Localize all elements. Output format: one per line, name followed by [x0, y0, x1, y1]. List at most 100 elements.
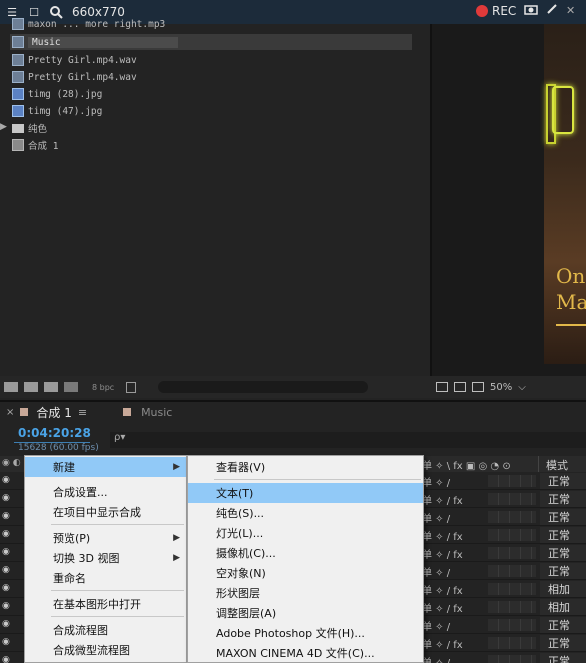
- layer-mode[interactable]: 正常: [540, 527, 586, 543]
- layer-switches[interactable]: 单 ✧ /: [422, 564, 450, 579]
- layer-switches[interactable]: 单 ✧ / fx: [422, 636, 463, 651]
- trash-icon[interactable]: [126, 381, 137, 393]
- snapshot-icon[interactable]: [436, 382, 448, 392]
- layer-switches[interactable]: 单 ✧ / fx: [422, 492, 463, 507]
- panel-menu-icon[interactable]: ≡: [78, 406, 87, 419]
- eye-icon[interactable]: ◉: [2, 583, 12, 593]
- composition-color-icon: [20, 408, 29, 416]
- submenu-item-shape-layer[interactable]: 形状图层: [188, 583, 423, 603]
- menu-item-reveal-in-project[interactable]: 在项目中显示合成: [25, 502, 186, 522]
- layer-mode[interactable]: 相加: [540, 581, 586, 597]
- current-timecode[interactable]: 0:04:20:28: [18, 426, 91, 440]
- close-tab-icon[interactable]: ×: [6, 407, 14, 418]
- layer-mode[interactable]: 相加: [540, 599, 586, 615]
- eye-icon[interactable]: ◉: [2, 529, 12, 539]
- project-item-selected[interactable]: Music: [10, 34, 412, 50]
- project-item[interactable]: Pretty Girl.mp4.wav: [10, 52, 412, 68]
- layer-switches[interactable]: 单 ✧ /: [422, 510, 450, 525]
- image-file-icon: [12, 88, 24, 100]
- camera-icon[interactable]: [524, 3, 538, 18]
- layer-mode[interactable]: 正常: [540, 653, 586, 663]
- submenu-item-cinema4d-file[interactable]: MAXON CINEMA 4D 文件(C)...: [188, 643, 423, 663]
- layer-switches[interactable]: 单 ✧ / fx: [422, 582, 463, 597]
- project-item[interactable]: timg (28).jpg: [10, 86, 412, 102]
- layer-mode[interactable]: 正常: [540, 617, 586, 633]
- menu-item-composition-mini-flowchart[interactable]: 合成微型流程图: [25, 640, 186, 660]
- tab-music[interactable]: Music: [141, 406, 172, 419]
- close-icon[interactable]: ✕: [566, 4, 575, 17]
- composition-viewer: On Ma: [430, 24, 586, 376]
- record-button[interactable]: REC: [476, 4, 516, 18]
- menu-item-label: 合成流程图: [53, 624, 108, 637]
- submenu-item-viewer[interactable]: 查看器(V): [188, 457, 423, 477]
- new-composition-icon[interactable]: [44, 382, 58, 392]
- submenu-item-text[interactable]: 文本(T): [188, 483, 423, 503]
- menu-item-label: 形状图层: [216, 587, 260, 600]
- project-folder[interactable]: 纯色: [10, 120, 412, 136]
- layer-mode[interactable]: 正常: [540, 563, 586, 579]
- submenu-item-light[interactable]: 灯光(L)...: [188, 523, 423, 543]
- audio-file-icon: [12, 54, 24, 66]
- menu-item-label: 合成设置...: [53, 486, 108, 499]
- audio-file-icon: [12, 18, 24, 30]
- menu-item-label: 重命名: [53, 572, 86, 585]
- eye-icon[interactable]: ◉: [2, 655, 12, 663]
- submenu-item-photoshop-file[interactable]: Adobe Photoshop 文件(H)...: [188, 623, 423, 643]
- menu-item-preview[interactable]: 预览(P) ▶: [25, 528, 186, 548]
- layer-mode[interactable]: 正常: [540, 635, 586, 651]
- layer-mode[interactable]: 正常: [540, 509, 586, 525]
- layer-switches[interactable]: 单 ✧ / fx: [422, 528, 463, 543]
- timeline-tab-bar: × 合成 1 ≡ Music: [0, 400, 586, 422]
- zoom-level[interactable]: 50%: [490, 382, 512, 393]
- eye-icon[interactable]: ◉: [2, 637, 12, 647]
- project-item[interactable]: Pretty Girl.mp4.wav: [10, 69, 412, 85]
- layer-switches[interactable]: 单 ✧ /: [422, 474, 450, 489]
- layer-switches[interactable]: 单 ✧ / fx: [422, 546, 463, 561]
- eye-icon[interactable]: ◉: [2, 547, 12, 557]
- eye-icon[interactable]: ◉: [2, 493, 12, 503]
- tab-composition[interactable]: 合成 1: [36, 404, 71, 421]
- eye-icon[interactable]: ◉: [2, 511, 12, 521]
- project-item-label: timg (28).jpg: [28, 88, 103, 100]
- eye-icon[interactable]: ◉: [2, 619, 12, 629]
- menu-item-switch-3d-view[interactable]: 切换 3D 视图 ▶: [25, 548, 186, 568]
- menu-item-label: Adobe Photoshop 文件(H)...: [216, 627, 365, 640]
- vr-icon[interactable]: [472, 382, 484, 392]
- horizontal-scrollbar[interactable]: [158, 381, 368, 393]
- chevron-down-icon[interactable]: ⌵: [518, 382, 526, 393]
- menu-item-label: 纯色(S)...: [216, 507, 265, 520]
- project-item[interactable]: maxon ... more right.mp3: [10, 16, 412, 32]
- layer-search-input[interactable]: ρ▾: [110, 432, 586, 448]
- pen-icon[interactable]: [546, 3, 558, 18]
- menu-item-rename[interactable]: 重命名: [25, 568, 186, 588]
- layer-switches[interactable]: 单 ✧ /: [422, 654, 450, 663]
- layer-switches[interactable]: 单 ✧ / fx: [422, 600, 463, 615]
- layer-mode[interactable]: 正常: [540, 473, 586, 489]
- monitor-icon[interactable]: [454, 382, 466, 392]
- interpret-footage-icon[interactable]: [4, 382, 18, 392]
- submenu-item-adjustment-layer[interactable]: 调整图层(A): [188, 603, 423, 623]
- layer-mode[interactable]: 正常: [540, 545, 586, 561]
- layer-switches[interactable]: 单 ✧ /: [422, 618, 450, 633]
- submenu-item-solid[interactable]: 纯色(S)...: [188, 503, 423, 523]
- project-item[interactable]: timg (47).jpg: [10, 103, 412, 119]
- menu-item-composition-settings[interactable]: 合成设置...: [25, 482, 186, 502]
- eye-icon[interactable]: ◉: [2, 601, 12, 611]
- expand-arrow-icon[interactable]: ▶: [0, 122, 7, 132]
- submenu-item-camera[interactable]: 摄像机(C)...: [188, 543, 423, 563]
- menu-item-new[interactable]: 新建 ▶: [25, 457, 186, 477]
- record-dot-icon: [476, 5, 488, 17]
- new-folder-icon[interactable]: [24, 382, 38, 392]
- switches-header: 单 ✧ \ fx ▣ ◎ ◔ ⊙: [422, 461, 511, 472]
- project-item[interactable]: 合成 1: [10, 137, 412, 153]
- flowchart-icon[interactable]: [64, 382, 78, 392]
- bit-depth-label[interactable]: 8 bpc: [92, 383, 114, 392]
- submenu-item-null-object[interactable]: 空对象(N): [188, 563, 423, 583]
- layer-mode[interactable]: 正常: [540, 491, 586, 507]
- menu-item-composition-flowchart[interactable]: 合成流程图: [25, 620, 186, 640]
- frame-count: 15628 (60.00 fps): [18, 443, 99, 453]
- menu-item-open-essential-graphics[interactable]: 在基本图形中打开: [25, 594, 186, 614]
- eye-icon[interactable]: ◉: [2, 565, 12, 575]
- menu-item-label: 摄像机(C)...: [216, 547, 276, 560]
- eye-icon[interactable]: ◉: [2, 475, 12, 485]
